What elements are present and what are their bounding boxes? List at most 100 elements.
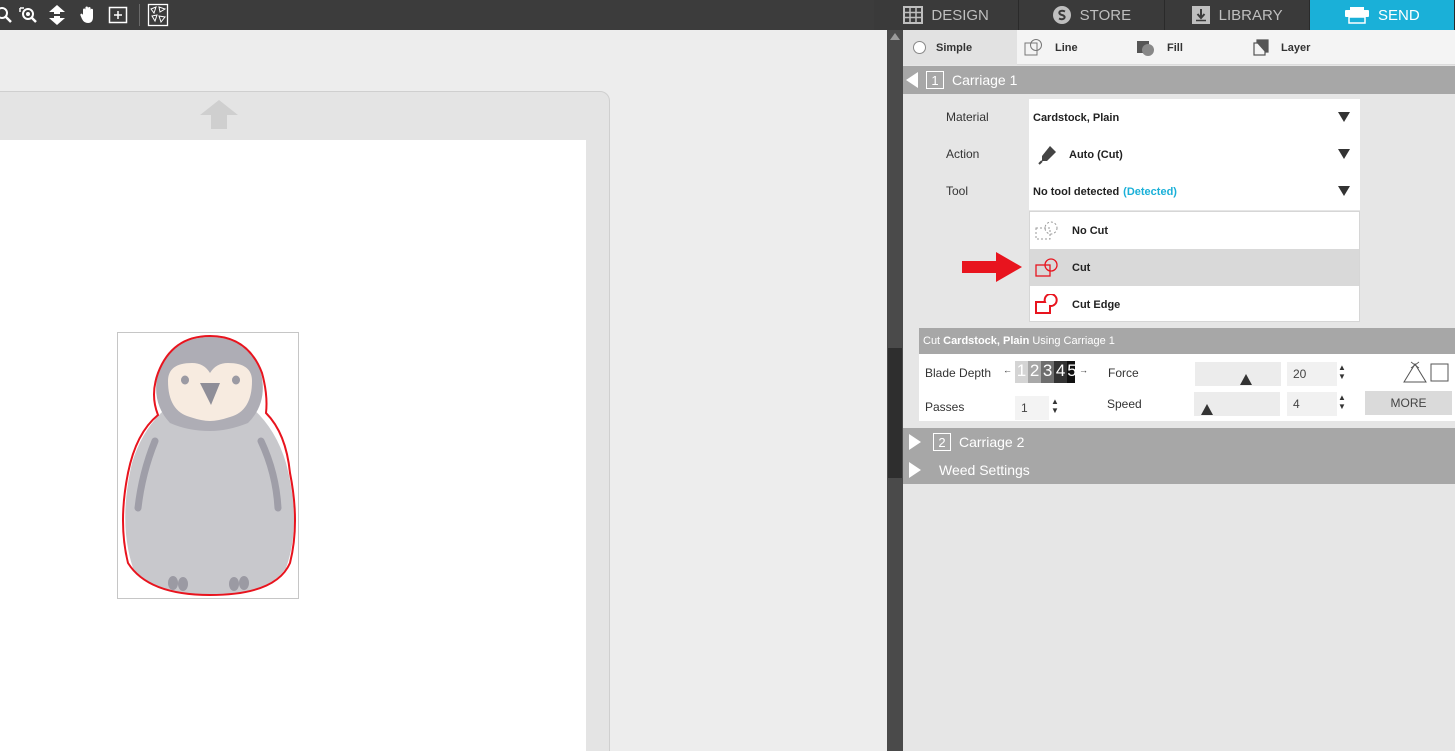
material-label: Material xyxy=(946,110,989,124)
passes-stepper[interactable]: ▲ ▼ xyxy=(1050,397,1060,415)
option-cut-edge-label: Cut Edge xyxy=(1072,298,1121,311)
chevron-down-icon xyxy=(1338,186,1350,196)
carriage-2-title: Carriage 2 xyxy=(959,434,1025,450)
tab-library[interactable]: LIBRARY xyxy=(1164,0,1310,30)
callout-arrow-icon xyxy=(962,252,1022,282)
send-panel: Simple Line Fill Layer 1 Carriage 1 Mate… xyxy=(903,30,1455,751)
blade-depth-5: 5 xyxy=(1067,361,1076,383)
tool-status: (Detected) xyxy=(1123,185,1177,198)
action-dropdown[interactable]: Auto (Cut) xyxy=(1029,136,1360,173)
blade-depth-2: 2 xyxy=(1028,361,1042,383)
cut-settings-header: Cut Cardstock, Plain Using Carriage 1 xyxy=(919,328,1455,354)
cut-edge-icon xyxy=(1035,293,1058,314)
radio-icon[interactable] xyxy=(913,41,926,54)
force-slider[interactable] xyxy=(1195,362,1281,386)
mode-layer[interactable]: Layer xyxy=(1251,30,1310,65)
blade-depth-scale[interactable]: 1 2 3 4 5 xyxy=(1015,361,1076,383)
canvas-toolbar xyxy=(0,0,874,30)
blade-depth-3: 3 xyxy=(1041,361,1055,383)
speed-slider-handle[interactable] xyxy=(1201,404,1213,415)
tab-store[interactable]: STORE xyxy=(1019,0,1165,30)
send-mode-bar: Simple Line Fill Layer xyxy=(903,30,1455,65)
tab-send-label: SEND xyxy=(1378,6,1420,24)
speed-label: Speed xyxy=(1107,397,1142,411)
no-cut-icon xyxy=(1035,221,1058,239)
action-value: Auto (Cut) xyxy=(1069,148,1123,161)
add-page-icon[interactable] xyxy=(106,3,130,27)
tool-dropdown[interactable]: No tool detected (Detected) xyxy=(1029,173,1360,210)
canvas-scrollbar[interactable] xyxy=(887,30,903,751)
passes-input[interactable]: 1 xyxy=(1015,396,1049,420)
weed-settings-header[interactable]: Weed Settings xyxy=(903,456,1455,484)
send-printer-icon xyxy=(1345,7,1370,24)
material-value: Cardstock, Plain xyxy=(1033,111,1120,124)
option-cut-label: Cut xyxy=(1072,261,1091,274)
speed-slider[interactable] xyxy=(1194,392,1280,416)
pixscan-icon[interactable] xyxy=(146,3,170,27)
tab-design-label: DESIGN xyxy=(931,6,989,24)
collapse-arrow-icon[interactable] xyxy=(906,72,918,88)
pan-hand-icon[interactable] xyxy=(76,3,100,27)
tab-send[interactable]: SEND xyxy=(1309,0,1455,30)
tool-value: No tool detected xyxy=(1033,185,1120,198)
feed-direction-arrow-icon xyxy=(200,100,238,129)
chevron-down-icon xyxy=(1338,112,1350,122)
cut-settings-prefix: Cut xyxy=(923,335,941,347)
option-cut-edge[interactable]: Cut Edge xyxy=(1030,286,1359,323)
expand-arrow-icon[interactable] xyxy=(909,462,921,478)
tool-label: Tool xyxy=(946,184,969,198)
scroll-up-icon[interactable] xyxy=(890,33,900,40)
action-options-list: No Cut Cut Cut Edge xyxy=(1029,211,1360,322)
carriage-1-number: 1 xyxy=(926,71,944,89)
main-nav: DESIGN STORE LIBRARY SEND xyxy=(874,0,1455,30)
passes-label: Passes xyxy=(925,400,965,414)
penguin-image xyxy=(122,334,296,597)
speed-stepper[interactable]: ▲ ▼ xyxy=(1337,393,1347,411)
mode-simple-label: Simple xyxy=(936,41,973,54)
scrollbar-thumb[interactable] xyxy=(888,348,902,478)
carriage-2-header[interactable]: 2 Carriage 2 xyxy=(903,428,1455,456)
mode-fill-label: Fill xyxy=(1167,41,1183,54)
store-s-icon xyxy=(1052,6,1071,24)
chevron-down-icon xyxy=(1338,149,1350,159)
material-dropdown[interactable]: Cardstock, Plain xyxy=(1029,99,1360,136)
layer-mode-icon xyxy=(1253,38,1269,56)
trial-cut-icon[interactable] xyxy=(1401,360,1451,384)
cut-settings-box: Cut Cardstock, Plain Using Carriage 1 Bl… xyxy=(919,328,1455,421)
arrow-left-icon[interactable]: ← xyxy=(1003,365,1012,375)
speed-input[interactable]: 4 xyxy=(1287,392,1337,416)
grid-icon xyxy=(903,6,924,24)
more-button[interactable]: MORE xyxy=(1365,391,1452,415)
option-cut[interactable]: Cut xyxy=(1030,249,1359,286)
force-stepper[interactable]: ▲ ▼ xyxy=(1337,363,1347,381)
toolbar-divider xyxy=(139,4,140,26)
library-download-icon xyxy=(1191,6,1210,24)
expand-arrow-icon[interactable] xyxy=(909,434,921,450)
carriage-2-number: 2 xyxy=(933,433,951,451)
mode-line[interactable]: Line xyxy=(1023,30,1078,65)
zoom-fit-icon[interactable] xyxy=(16,3,40,27)
cut-settings-material: Cardstock, Plain xyxy=(943,335,1030,347)
mode-fill[interactable]: Fill xyxy=(1135,30,1183,65)
mode-simple[interactable]: Simple xyxy=(903,30,1017,65)
line-mode-icon xyxy=(1024,38,1042,55)
action-label: Action xyxy=(946,147,980,161)
arrow-right-icon[interactable]: → xyxy=(1079,365,1088,375)
option-no-cut[interactable]: No Cut xyxy=(1030,212,1359,249)
cut-icon xyxy=(1035,257,1058,277)
feed-down-icon[interactable] xyxy=(45,3,69,27)
blade-icon xyxy=(1038,145,1056,165)
carriage-1-header[interactable]: 1 Carriage 1 xyxy=(903,66,1455,94)
option-no-cut-label: No Cut xyxy=(1072,224,1109,237)
tab-design[interactable]: DESIGN xyxy=(874,0,1020,30)
mode-line-label: Line xyxy=(1055,41,1078,54)
force-input[interactable]: 20 xyxy=(1287,362,1337,386)
blade-depth-4: 4 xyxy=(1054,361,1068,383)
force-slider-handle[interactable] xyxy=(1240,374,1252,385)
tab-store-label: STORE xyxy=(1079,6,1132,24)
design-canvas[interactable] xyxy=(0,30,887,751)
zoom-icon[interactable] xyxy=(0,3,16,27)
penguin-design[interactable] xyxy=(117,332,299,599)
blade-depth-1: 1 xyxy=(1015,361,1029,383)
tab-library-label: LIBRARY xyxy=(1218,6,1283,24)
